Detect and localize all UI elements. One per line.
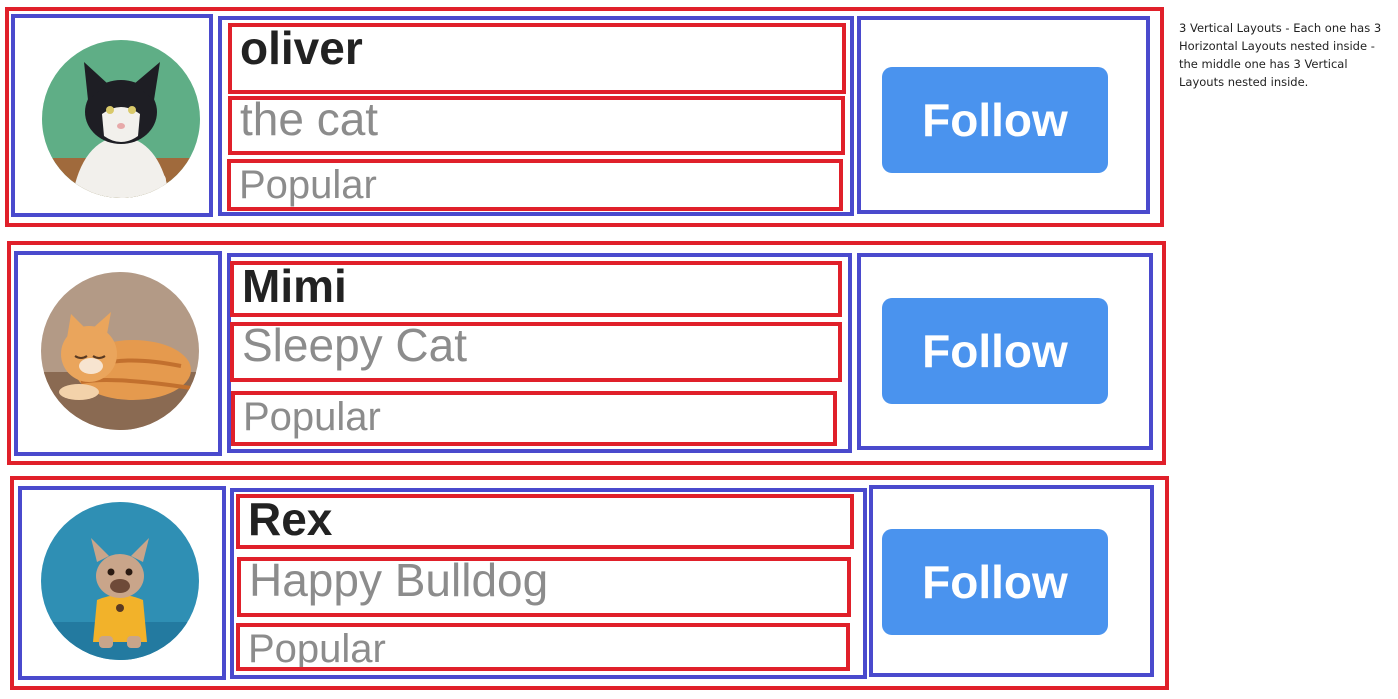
follow-button-3[interactable]: Follow: [882, 529, 1108, 635]
name-layout-1: oliver: [228, 23, 846, 94]
tag-layout-2: Popular: [231, 391, 837, 446]
sleeping-cat-avatar-icon: [41, 272, 199, 430]
profile-tag: Popular: [239, 163, 377, 207]
subtitle-layout-3: Happy Bulldog: [237, 557, 851, 617]
tag-layout-3: Popular: [236, 623, 850, 671]
profile-subtitle: Happy Bulldog: [249, 557, 549, 606]
profile-name: Rex: [248, 494, 333, 545]
profile-name: oliver: [240, 23, 363, 74]
follow-button-1[interactable]: Follow: [882, 67, 1108, 173]
profile-tag: Popular: [243, 395, 381, 439]
name-layout-3: Rex: [236, 494, 854, 549]
follow-button-2[interactable]: Follow: [882, 298, 1108, 404]
profile-subtitle: the cat: [240, 96, 379, 145]
profile-subtitle: Sleepy Cat: [242, 322, 468, 371]
subtitle-layout-1: the cat: [228, 96, 845, 155]
layout-annotation-note: 3 Vertical Layouts - Each one has 3 Hori…: [1179, 21, 1382, 89]
subtitle-layout-2: Sleepy Cat: [230, 322, 842, 382]
profile-tag: Popular: [248, 627, 386, 671]
name-layout-2: Mimi: [230, 261, 842, 317]
bulldog-avatar-icon: [41, 502, 199, 660]
cat-avatar-icon: [42, 40, 200, 198]
profile-name: Mimi: [242, 261, 347, 312]
tag-layout-1: Popular: [227, 159, 843, 211]
